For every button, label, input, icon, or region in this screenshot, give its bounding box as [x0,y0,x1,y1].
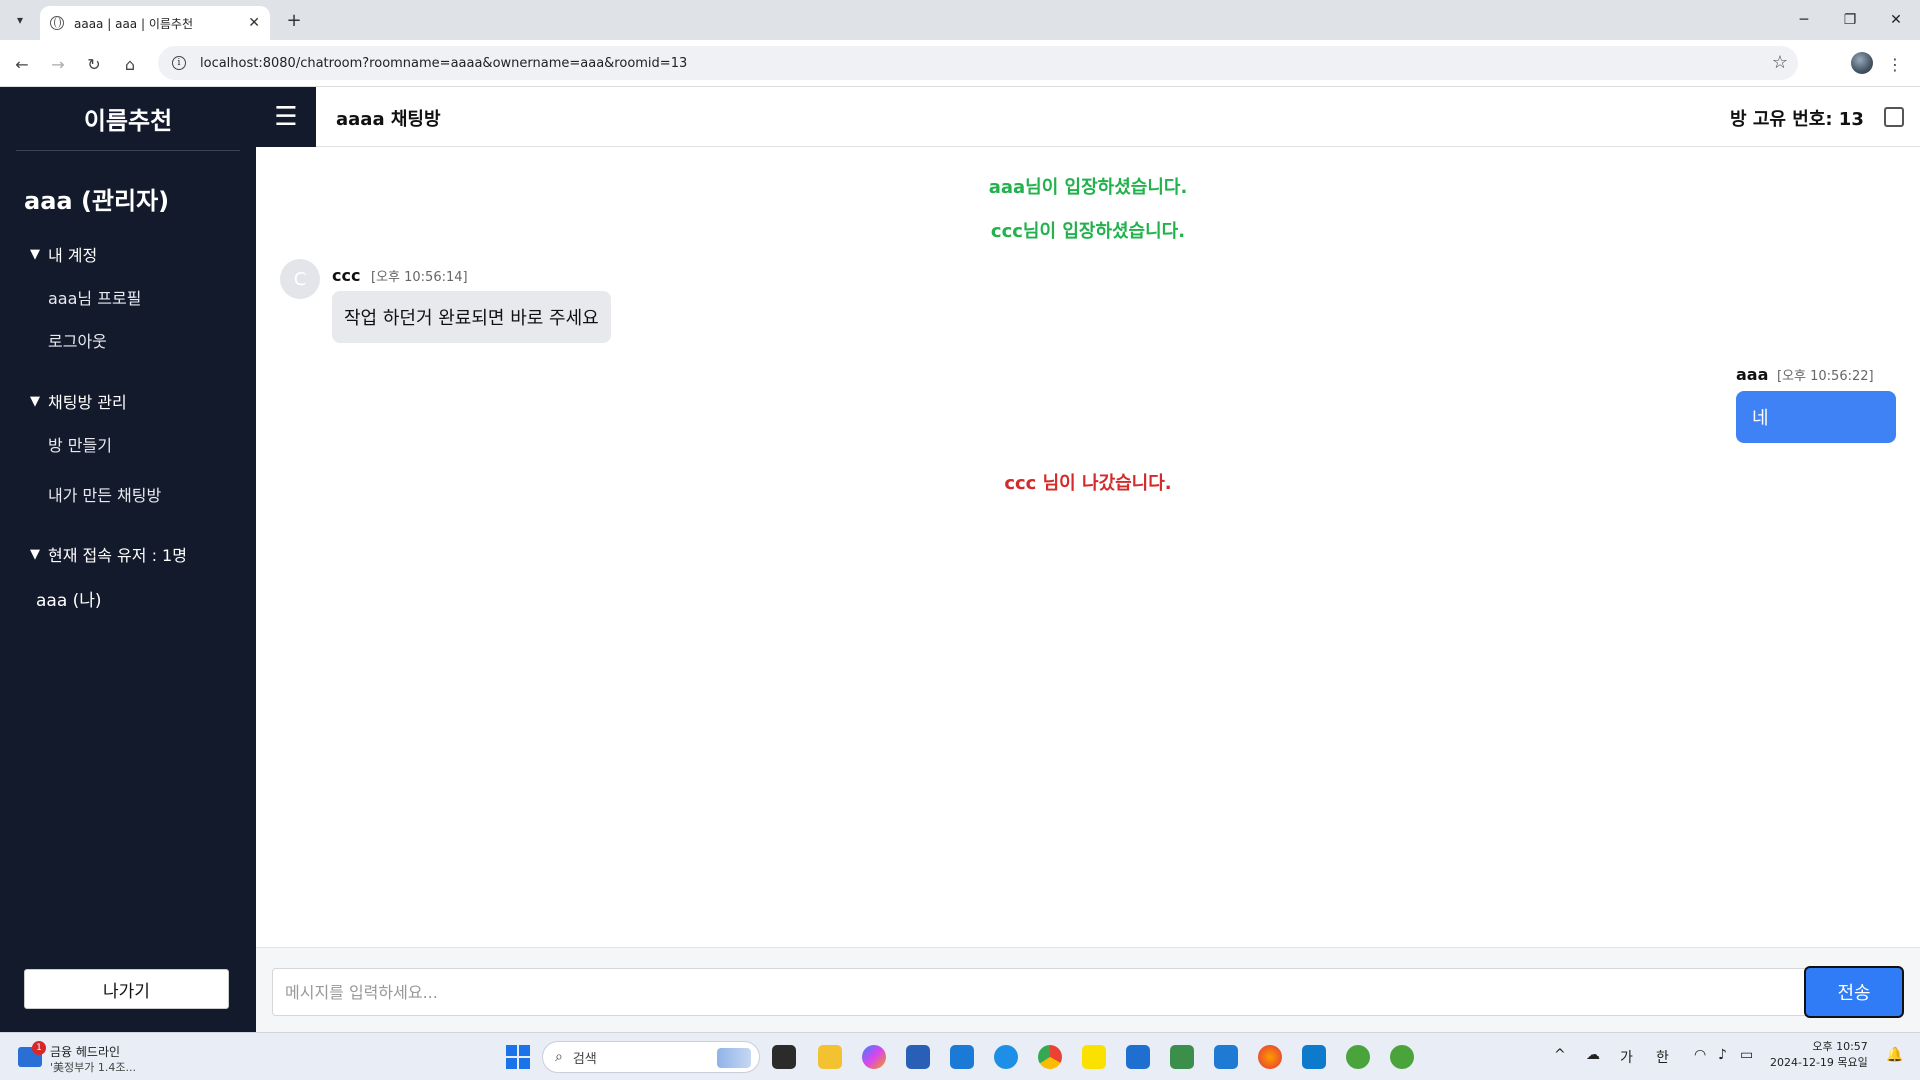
message-time: [오후 10:56:14] [371,270,468,285]
back-arrow-icon[interactable]: ← [10,52,34,76]
ime-lang-label[interactable]: 한 [1656,1047,1669,1067]
reload-icon[interactable]: ↻ [82,52,106,76]
search-icon: ⌕ [555,1049,563,1065]
onedrive-icon[interactable]: ☁ [1586,1047,1600,1063]
notification-badge: 1 [32,1041,46,1055]
brand-title[interactable]: 이름추천 [16,87,240,151]
message-bubble-sent: 네 [1736,391,1896,443]
system-message-leave: ccc 님이 나갔습니다. [1004,473,1172,494]
header-checkbox[interactable] [1884,107,1904,127]
address-toolbar: ← → ↻ ⌂ i localhost:8080/chatroom?roomna… [0,40,1920,87]
message-time: [오후 10:56:22] [1777,369,1874,384]
browser-tab[interactable]: aaaa | aaa | 이름추천 ✕ [40,6,270,40]
system-message-join: aaa님이 입장하셨습니다. [988,177,1188,198]
search-text: 검색 [572,1051,597,1067]
kakaotalk-icon[interactable] [1082,1045,1106,1069]
browser-tab-bar: ▾ aaaa | aaa | 이름추천 ✕ + ─ ❐ ✕ [0,0,1920,40]
vscode-icon[interactable] [1302,1045,1326,1069]
search-highlight-icon [717,1048,751,1068]
clock-time: 오후 10:57 [1812,1040,1868,1053]
ime-mode-label[interactable]: 가 [1620,1047,1633,1067]
restore-button[interactable]: ❐ [1830,8,1870,32]
media-player-icon[interactable] [1170,1045,1194,1069]
section-label: 내 계정 [48,246,98,265]
task-view-icon[interactable] [772,1045,796,1069]
chat-header: ☰ aaaa 채팅방 방 고유 번호: 13 [256,87,1920,147]
message-sender: aaa [1736,365,1769,384]
room-title: aaaa 채팅방 [336,109,441,130]
tab-close-icon[interactable]: ✕ [248,15,260,31]
triangle-down-icon: ▼ [30,546,40,562]
help-icon[interactable] [994,1045,1018,1069]
message-sender: ccc [332,266,361,285]
message-composer: 전송 [256,947,1920,1032]
news-subtitle: '美정부가 1.4조... [50,1061,136,1074]
taskbar: 1 금융 헤드라인 '美정부가 1.4조... ⌕ 검색 ^ ☁ 가 한 ◠ ♪… [0,1032,1920,1080]
site-info-icon[interactable]: i [172,56,186,70]
home-icon[interactable]: ⌂ [118,52,142,76]
url-bar[interactable]: i localhost:8080/chatroom?roomname=aaaa&… [158,46,1798,80]
clock[interactable]: 오후 10:57 2024-12-19 목요일 [1770,1039,1868,1071]
store-icon[interactable] [906,1045,930,1069]
leave-button[interactable]: 나가기 [24,969,229,1009]
avatar: C [280,259,320,299]
chat-messages: aaa님이 입장하셨습니다. ccc님이 입장하셨습니다. C ccc [오후 … [256,147,1920,947]
sidebar-item-logout[interactable]: 로그아웃 [48,328,256,352]
mysql-icon[interactable] [950,1045,974,1069]
message-bubble-received: 작업 하던거 완료되면 바로 주세요 [332,291,611,343]
notepad-icon[interactable] [1214,1045,1238,1069]
sidebar: 이름추천 aaa (관리자) ▼ 내 계정 aaa님 프로필 로그아웃 ▼ 채팅… [0,87,256,1032]
sidebar-item-profile[interactable]: aaa님 프로필 [48,285,256,309]
bookmark-star-icon[interactable]: ☆ [1772,52,1788,73]
minimize-button[interactable]: ─ [1784,8,1824,32]
clock-date: 2024-12-19 목요일 [1770,1056,1868,1069]
section-online-users[interactable]: ▼ 현재 접속 유저 : 1명 [30,542,256,566]
section-my-account[interactable]: ▼ 내 계정 [30,242,256,266]
profile-avatar[interactable] [1851,52,1873,74]
triangle-down-icon: ▼ [30,246,40,262]
copilot-icon[interactable] [862,1045,886,1069]
volume-icon[interactable]: ♪ [1718,1047,1727,1063]
notification-bell-icon[interactable]: 🔔 [1886,1047,1903,1063]
taskbar-search[interactable]: ⌕ 검색 [542,1041,760,1073]
sidebar-item-create-room[interactable]: 방 만들기 [48,432,256,456]
section-label: 현재 접속 유저 : 1명 [48,546,187,565]
new-tab-button[interactable]: + [282,8,306,32]
firefox-icon[interactable] [1258,1045,1282,1069]
send-button[interactable]: 전송 [1804,966,1904,1018]
spring-tool-icon[interactable] [1346,1045,1370,1069]
room-id-label: 방 고유 번호: 13 [1730,109,1864,130]
section-label: 채팅방 관리 [48,393,127,412]
url-text: localhost:8080/chatroom?roomname=aaaa&ow… [200,55,688,71]
news-title: 금융 헤드라인 [50,1045,121,1059]
tray-chevron-icon[interactable]: ^ [1554,1047,1566,1063]
news-widget[interactable]: 1 금융 헤드라인 '美정부가 1.4조... [18,1039,158,1075]
window-close-button[interactable]: ✕ [1876,8,1916,32]
message-input[interactable] [272,968,1812,1016]
user-title: aaa (관리자) [24,187,170,215]
chrome-icon[interactable] [1038,1045,1062,1069]
online-user-item: aaa (나) [36,591,102,611]
file-explorer-icon[interactable] [818,1045,842,1069]
remote-desktop-icon[interactable] [1126,1045,1150,1069]
triangle-down-icon: ▼ [30,393,40,409]
windows-start-icon[interactable] [506,1045,530,1069]
system-message-join: ccc님이 입장하셨습니다. [990,221,1186,242]
tab-search-chevron-icon[interactable]: ▾ [8,8,32,32]
globe-icon [50,16,64,30]
forward-arrow-icon[interactable]: → [46,52,70,76]
more-menu-icon[interactable]: ⋮ [1887,52,1903,76]
battery-icon[interactable]: ▭ [1740,1047,1753,1063]
section-room-management[interactable]: ▼ 채팅방 관리 [30,389,256,413]
wifi-icon[interactable]: ◠ [1694,1047,1706,1063]
spring-tool-icon[interactable] [1390,1045,1414,1069]
hamburger-menu-icon[interactable]: ☰ [256,87,316,147]
tab-title: aaaa | aaa | 이름추천 [74,16,193,31]
sidebar-item-my-rooms[interactable]: 내가 만든 채팅방 [48,482,256,506]
